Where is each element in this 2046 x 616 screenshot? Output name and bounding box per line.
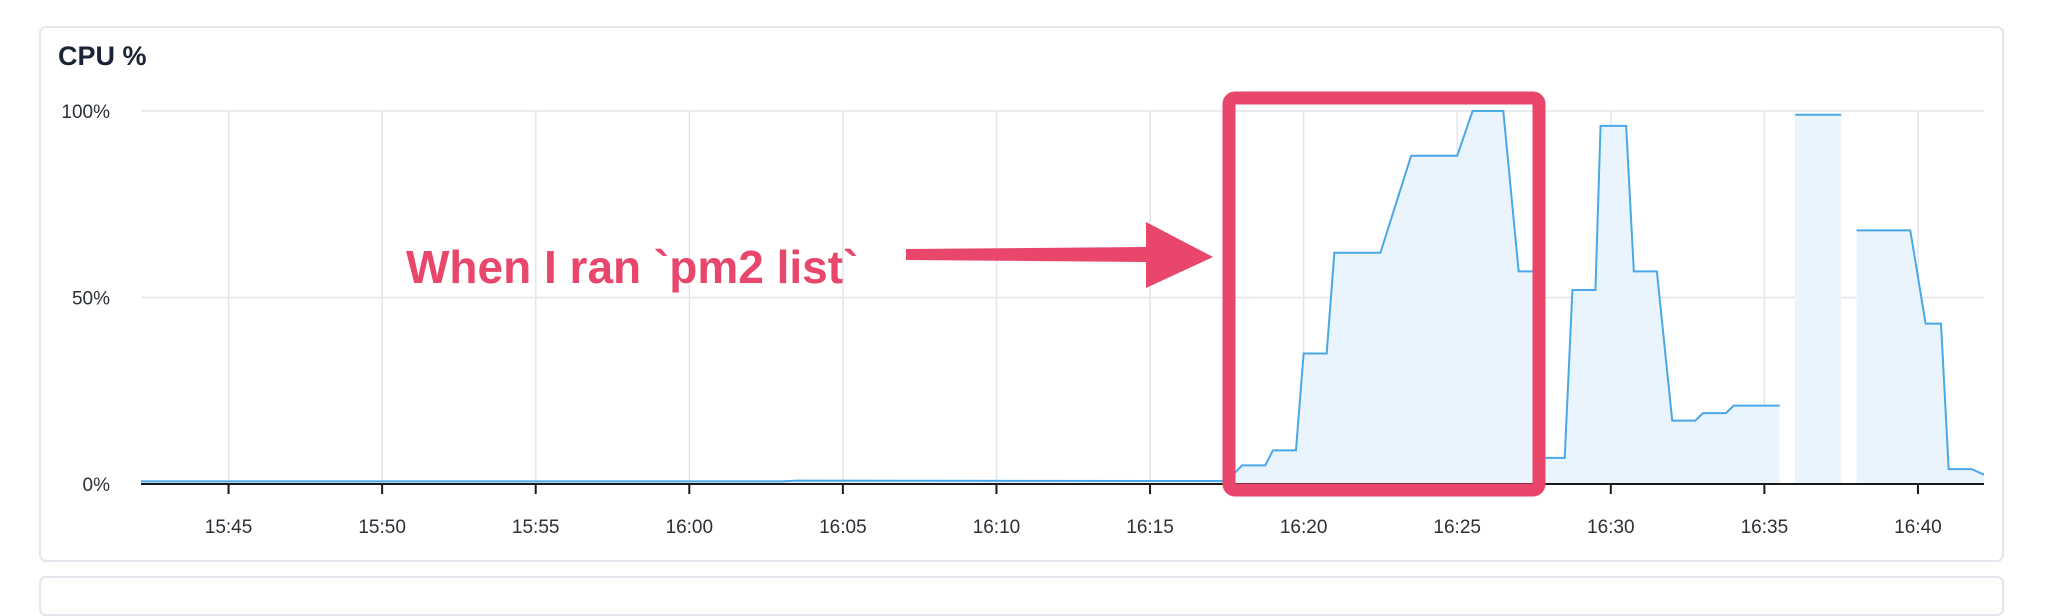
area-series-2: [1856, 230, 1984, 484]
x-tick-label: 16:30: [1587, 517, 1635, 538]
x-tick-label: 16:40: [1894, 517, 1942, 538]
x-tick-label: 16:05: [819, 517, 867, 538]
x-tick-label: 16:35: [1741, 517, 1789, 538]
x-tick-label: 16:15: [1126, 517, 1174, 538]
annotation-text: When I ran `pm2 list`: [406, 241, 858, 293]
x-tick-label: 15:45: [205, 517, 253, 538]
y-tick-label: 50%: [72, 289, 110, 310]
x-tick-label: 15:55: [512, 517, 560, 538]
x-tick-label: 15:50: [358, 517, 406, 538]
x-tick-labels: 15:45 15:50 15:55 16:00 16:05 16:10 16:15 16:20…: [205, 484, 1942, 538]
x-tick-label: 16:20: [1280, 517, 1328, 538]
y-tick-label: 100%: [61, 102, 110, 123]
area-series-1: [1795, 114, 1842, 484]
y-tick-labels: 0% 50% 100%: [61, 102, 110, 496]
y-tick-label: 0%: [83, 475, 111, 496]
x-tick-label: 16:00: [666, 517, 714, 538]
x-tick-label: 16:25: [1433, 517, 1481, 538]
x-tick-label: 16:10: [973, 517, 1021, 538]
annotation-arrow: [906, 222, 1213, 288]
cpu-chart: 0% 50% 100% 15:45 15:50 15:55 16:00 16:05 16:10…: [61, 91, 1985, 538]
